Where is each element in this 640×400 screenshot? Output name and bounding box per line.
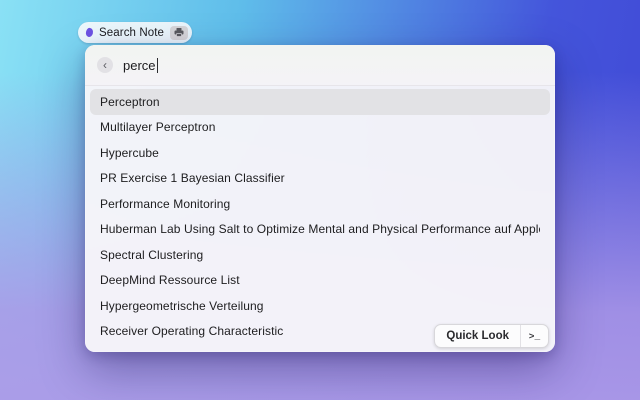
list-item[interactable]: Huberman Lab Using Salt to Optimize Ment… bbox=[90, 217, 550, 243]
app-icon bbox=[85, 27, 94, 38]
back-button[interactable]: ‹ bbox=[97, 57, 113, 73]
results-list: Perceptron Multilayer Perceptron Hypercu… bbox=[85, 86, 555, 352]
list-item-label: Receiver Operating Characteristic bbox=[100, 324, 284, 339]
list-item[interactable]: Perceptron bbox=[90, 89, 550, 115]
list-item-label: PR Exercise 1 Bayesian Classifier bbox=[100, 171, 285, 186]
list-item-label: DeepMind Ressource List bbox=[100, 273, 240, 288]
list-item[interactable]: Multilayer Perceptron bbox=[90, 115, 550, 141]
quick-look-pill: Quick Look >_ bbox=[434, 324, 549, 348]
search-query-text: perce bbox=[123, 57, 156, 73]
list-item-label: Perceptron bbox=[100, 94, 160, 109]
list-item-label: Hypergeometrische Verteilung bbox=[100, 298, 264, 313]
search-panel: ‹ perce Perceptron Multilayer Perceptron… bbox=[85, 45, 555, 352]
terminal-prompt-icon: >_ bbox=[528, 330, 541, 342]
shortcut-badge bbox=[170, 25, 189, 40]
list-item-label: Hypercube bbox=[100, 145, 159, 160]
list-item[interactable]: PR Exercise 1 Bayesian Classifier bbox=[90, 166, 550, 192]
list-item[interactable]: Spectral Clustering bbox=[90, 242, 550, 268]
launcher-label: Search Note bbox=[99, 26, 165, 39]
search-bar: ‹ perce bbox=[85, 45, 555, 86]
quick-look-button[interactable]: Quick Look bbox=[435, 325, 520, 347]
desktop-background: Search Note ‹ perce Perceptron Multilaye… bbox=[0, 0, 640, 400]
list-item-label: Huberman Lab Using Salt to Optimize Ment… bbox=[100, 222, 540, 237]
list-item[interactable]: DeepMind Ressource List bbox=[90, 268, 550, 294]
list-item[interactable]: Hypercube bbox=[90, 140, 550, 166]
list-item-label: Spectral Clustering bbox=[100, 247, 204, 262]
list-item[interactable]: Performance Monitoring bbox=[90, 191, 550, 217]
terminal-prompt-button[interactable]: >_ bbox=[521, 325, 548, 347]
text-caret bbox=[156, 57, 159, 73]
list-item-label: Lineare Regression von Hand berechnen bbox=[100, 350, 323, 352]
list-item-label: Multilayer Perceptron bbox=[100, 120, 216, 135]
chevron-left-icon: ‹ bbox=[103, 57, 107, 72]
list-item-label: Performance Monitoring bbox=[100, 196, 231, 211]
launcher-pill[interactable]: Search Note bbox=[78, 22, 193, 43]
printer-icon bbox=[174, 28, 184, 37]
list-item[interactable]: Hypergeometrische Verteilung bbox=[90, 293, 550, 319]
search-input[interactable]: perce bbox=[123, 57, 159, 73]
